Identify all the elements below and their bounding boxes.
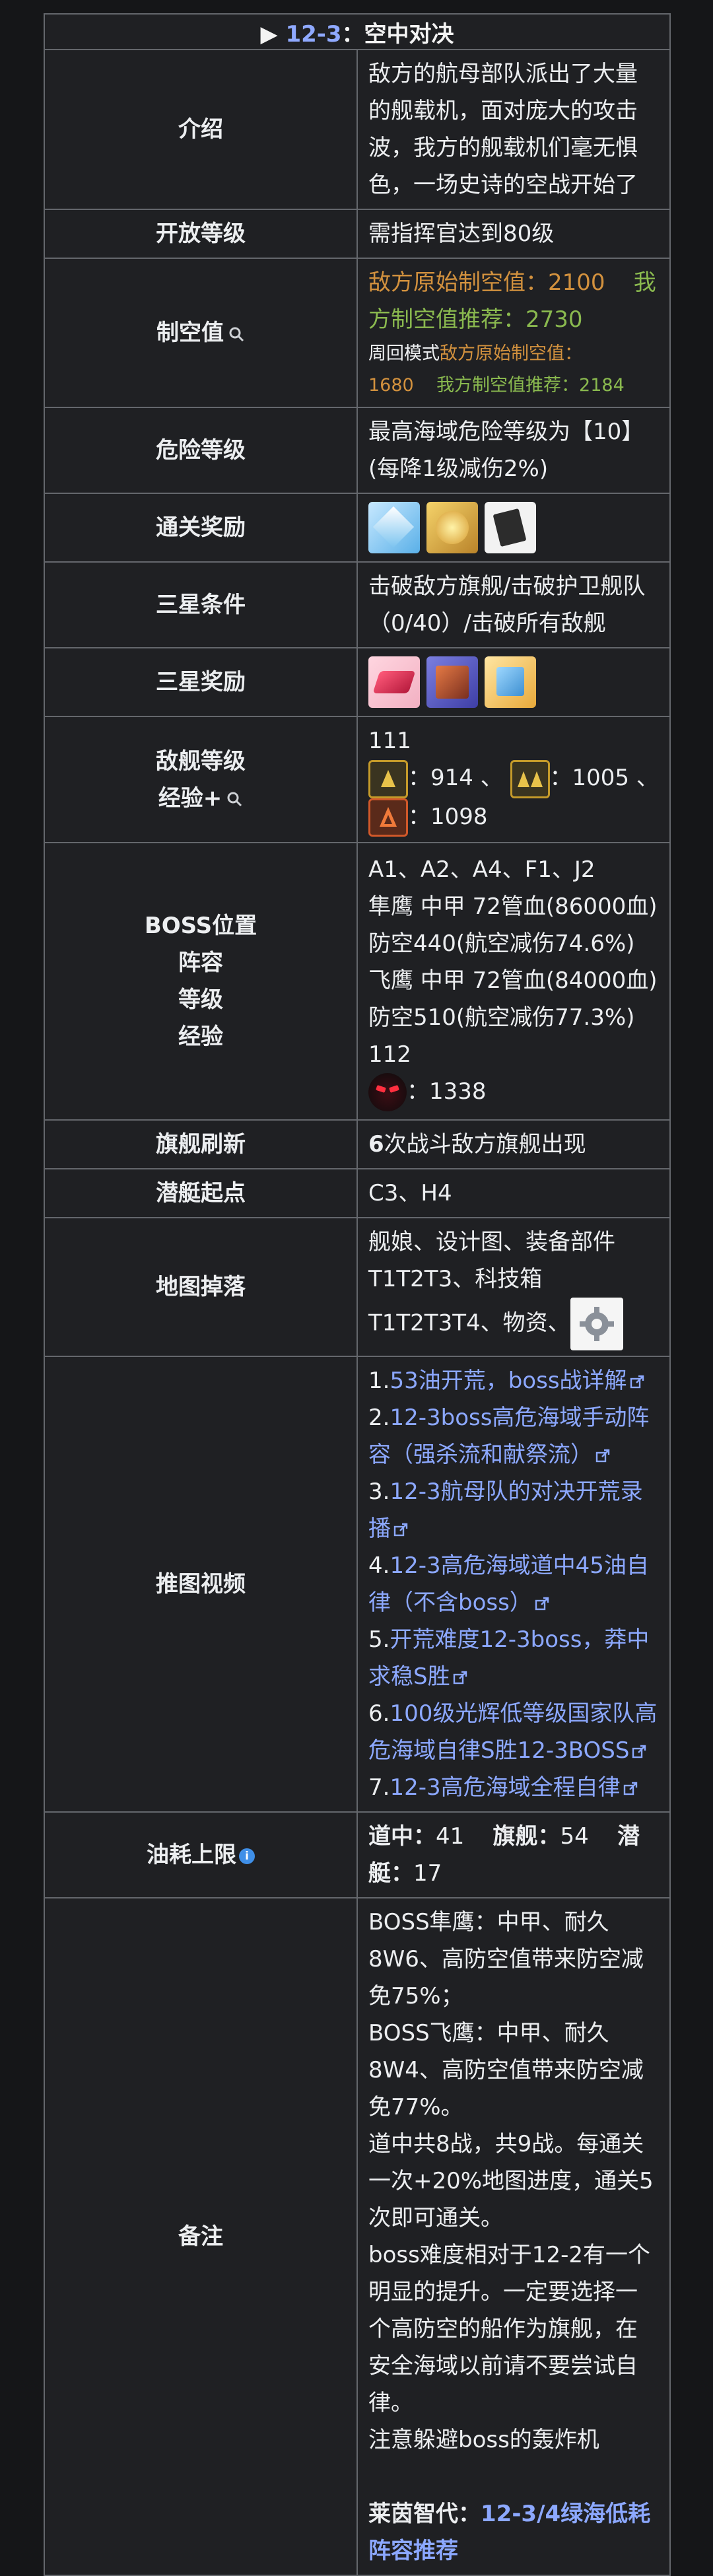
map-drop: 舰娘、设计图、装备部件T1T2T3、科技箱T1T2T3T4、物资、	[356, 1217, 671, 1357]
three-star-cond-text: 击破敌方旗舰/击破护卫舰队（0/40）/击破所有敌舰	[356, 561, 671, 648]
map-drop-label: 地图掉落	[44, 1217, 358, 1357]
note-line: 道中共8战，共9战。每通关一次+20%地图进度，通关5次即可通关。	[368, 2131, 654, 2231]
video-label: 推图视频	[44, 1356, 358, 1813]
air-control-values: 敌方原始制空值：2100 我方制空值推荐：2730 周回模式敌方原始制空值：16…	[356, 258, 671, 408]
video-item: 2.12-3boss高危海域手动阵容（强杀流和献祭流）	[368, 1405, 650, 1468]
enemy-level-label: 敌舰等级 经验+	[44, 716, 358, 843]
three-star-cond-label: 三星条件	[44, 561, 358, 648]
info-icon[interactable]: i	[239, 1848, 255, 1864]
sub-start-text: C3、H4	[356, 1168, 671, 1218]
boss-level: 112	[368, 1041, 411, 1068]
open-level-label: 开放等级	[44, 209, 358, 259]
enemy-level: 111	[368, 728, 411, 754]
small-fleet-rank-icon	[368, 759, 408, 798]
notes: BOSS隼鹰：中甲、耐久8W6、高防空值带来防空减免75%； BOSS飞鹰：中甲…	[356, 1897, 671, 2576]
notes-label: 备注	[44, 1897, 358, 2576]
boss-exp: ：1338	[407, 1078, 487, 1105]
box-icon[interactable]	[426, 656, 478, 708]
external-link-icon[interactable]	[595, 1449, 610, 1463]
loop-our-air: 我方制空值推荐：2184	[436, 375, 625, 396]
danger-text: 最高海域危险等级为【10】(每降1级减伤2%)	[356, 407, 671, 494]
stage-title: ▶ 12-3：空中对决	[44, 13, 671, 50]
video-item: 4.12-3高危海域道中45油自律（不含boss）	[368, 1552, 649, 1616]
oil-submarine: 17	[413, 1860, 442, 1887]
note-line: BOSS飞鹰：中甲、耐久8W4、高防空值带来防空减免77%。	[368, 2020, 644, 2120]
three-star-reward-icons	[356, 647, 671, 717]
external-link-icon[interactable]	[535, 1597, 549, 1611]
exp-medium-fleet: ：1005 、	[549, 765, 659, 791]
gear-icon[interactable]	[570, 1298, 623, 1350]
boss-info: A1、A2、A4、F1、J2 隼鹰 中甲 72管血(86000血) 防空440(…	[356, 842, 671, 1121]
video-item: 7.12-3高危海域全程自律	[368, 1769, 659, 1806]
search-icon[interactable]	[226, 790, 243, 808]
note-line: boss难度相对于12-2有一个明显的提升。一定要选择一个高防空的船作为旗舰，在…	[368, 2242, 650, 2416]
clear-reward-icons	[356, 493, 671, 563]
flagship-refresh-text: 6次战斗敌方旗舰出现	[356, 1119, 671, 1169]
stage-name: 空中对决	[364, 20, 454, 48]
coin-icon[interactable]	[426, 502, 478, 553]
open-level-text: 需指挥官达到80级	[356, 209, 671, 259]
video-link[interactable]: 12-3高危海域道中45油自律（不含boss）	[368, 1552, 649, 1616]
external-link-icon[interactable]	[453, 1671, 467, 1685]
boss-positions: A1、A2、A4、F1、J2	[368, 856, 595, 883]
play-icon: ▶	[260, 20, 278, 48]
danger-label: 危险等级	[44, 407, 358, 494]
enemy-air-value: 敌方原始制空值：2100	[368, 269, 605, 296]
stage-info-panel: ▶ 12-3：空中对决 介绍 敌方的航母部队派出了大量的舰载机，面对庞大的攻击波…	[44, 13, 671, 2576]
video-link[interactable]: 53油开荒，boss战详解	[390, 1368, 627, 1394]
search-icon[interactable]	[228, 326, 245, 343]
three-star-reward-label: 三星奖励	[44, 647, 358, 717]
stage-table: ▶ 12-3：空中对决 介绍 敌方的航母部队派出了大量的舰载机，面对庞大的攻击波…	[44, 13, 671, 2576]
oil-road: 41	[436, 1823, 465, 1850]
loop-mode-label: 周回模式	[368, 343, 440, 364]
stage-code[interactable]: 12-3	[285, 21, 341, 48]
video-link[interactable]: 开荒难度12-3boss，莽中求稳S胜	[368, 1626, 649, 1690]
oil-limit-values: 道中：41 旗舰：54 潜艇：17	[356, 1811, 671, 1898]
enemy-level-values: 111 ：914 、 ：1005 、 ：1098	[356, 716, 671, 843]
video-link[interactable]: 100级光辉低等级国家队高危海域自律S胜12-3BOSS	[368, 1700, 657, 1764]
book-icon[interactable]	[485, 502, 536, 553]
flagship-refresh-label: 旗舰刷新	[44, 1119, 358, 1169]
video-list: 1.53油开荒，boss战详解 2.12-3boss高危海域手动阵容（强杀流和献…	[356, 1356, 671, 1813]
exp-large-fleet: ：1098	[408, 803, 488, 830]
external-link-icon[interactable]	[630, 1375, 644, 1389]
video-item: 6.100级光辉低等级国家队高危海域自律S胜12-3BOSS	[368, 1700, 658, 1764]
video-item: 5.开荒难度12-3boss，莽中求稳S胜	[368, 1626, 650, 1690]
video-item: 1.53油开荒，boss战详解	[368, 1362, 659, 1399]
video-link[interactable]: 12-3高危海域全程自律	[390, 1774, 620, 1801]
intro-text: 敌方的航母部队派出了大量的舰载机，面对庞大的攻击波，我方的舰载机们毫无惧色，一场…	[356, 49, 671, 210]
air-control-label: 制空值	[44, 258, 358, 408]
boss-line-hiyo: 飞鹰 中甲 72管血(84000血) 防空510(航空减伤77.3%)	[368, 967, 658, 1031]
clear-reward-label: 通关奖励	[44, 493, 358, 563]
video-link[interactable]: 12-3航母队的对决开荒录播	[368, 1479, 643, 1542]
external-link-icon[interactable]	[632, 1745, 646, 1759]
medium-fleet-rank-icon	[510, 759, 550, 798]
cube-icon[interactable]	[368, 502, 420, 553]
gem-icon[interactable]	[368, 656, 420, 708]
chip-icon[interactable]	[485, 656, 536, 708]
note-line: BOSS隼鹰：中甲、耐久8W6、高防空值带来防空减免75%；	[368, 1909, 644, 2009]
note-line: 注意躲避boss的轰炸机	[368, 2427, 599, 2453]
external-link-icon[interactable]	[623, 1782, 638, 1796]
exp-small-fleet: ：914 、	[408, 765, 503, 791]
boss-label: BOSS位置 阵容 等级 经验	[44, 842, 358, 1121]
oil-limit-label: 油耗上限 i	[44, 1811, 358, 1898]
boss-icon	[368, 1073, 407, 1112]
video-item: 3.12-3航母队的对决开荒录播	[368, 1479, 643, 1542]
intro-label: 介绍	[44, 49, 358, 210]
large-fleet-rank-icon	[368, 798, 408, 837]
oil-flagship: 54	[560, 1823, 589, 1850]
external-link-icon[interactable]	[393, 1523, 408, 1537]
sub-start-label: 潜艇起点	[44, 1168, 358, 1218]
boss-line-junyo: 隼鹰 中甲 72管血(86000血) 防空440(航空减伤74.6%)	[368, 893, 658, 957]
notes-footer: 莱茵智代：12-3/4绿海低耗阵容推荐	[368, 2501, 651, 2564]
